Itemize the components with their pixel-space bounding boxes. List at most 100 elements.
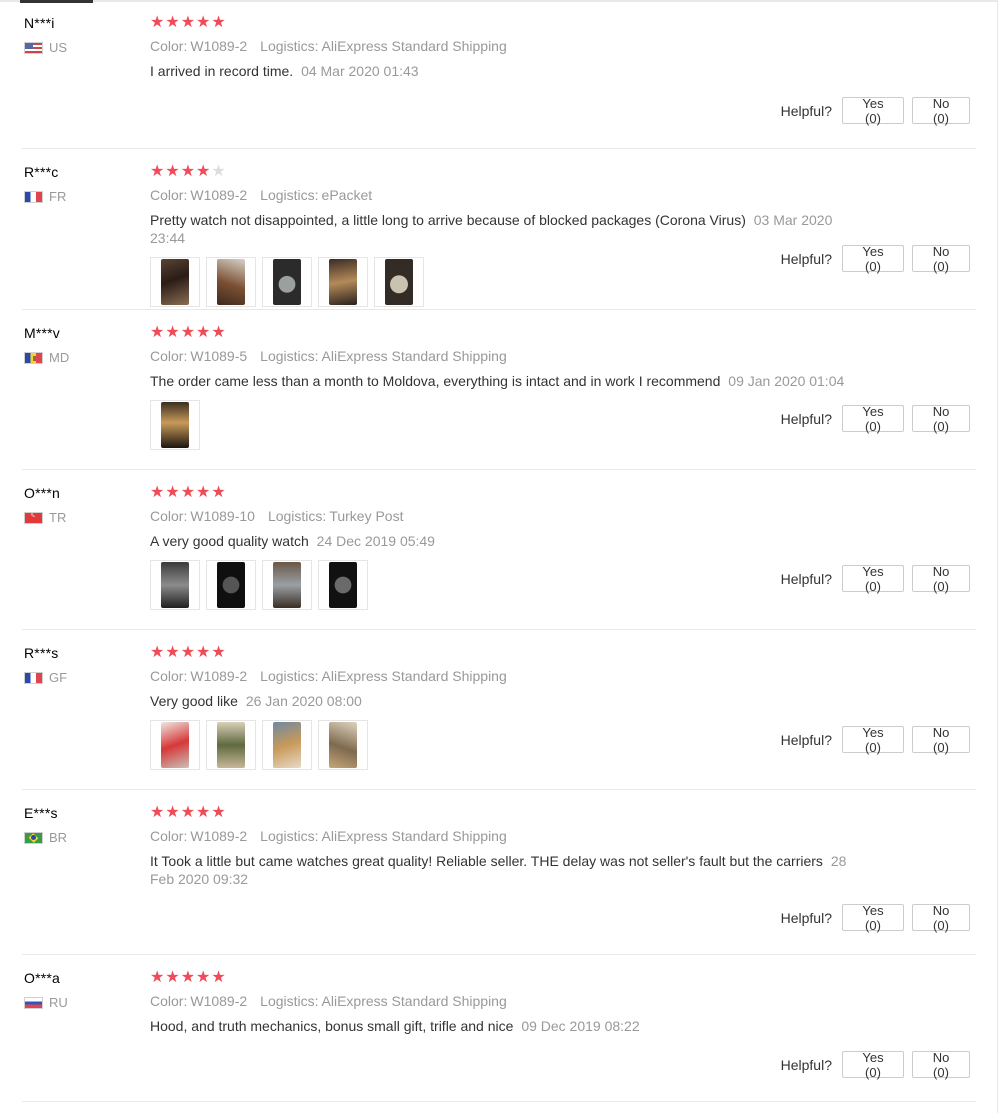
helpful-no-button[interactable]: No (0) bbox=[912, 903, 970, 933]
reviewer-info: R***c FR bbox=[24, 164, 66, 204]
review-photo-thumbnail[interactable]: t4 bbox=[318, 257, 368, 307]
helpful-yes-button[interactable]: Yes (0) bbox=[842, 404, 904, 434]
photo-image: t13 bbox=[273, 722, 301, 768]
logistics-label: Logistics: bbox=[260, 993, 319, 1009]
country-code: US bbox=[49, 40, 68, 55]
reviewer-country: RU bbox=[24, 995, 68, 1010]
review-photos: t11 t12 t13 t14 bbox=[150, 720, 870, 770]
logistics-label: Logistics: bbox=[260, 828, 319, 844]
star-filled-icon: ★ bbox=[180, 969, 197, 986]
reviewer-country: GF bbox=[24, 670, 67, 685]
star-filled-icon: ★ bbox=[150, 14, 166, 31]
logistics-value: AliExpress Standard Shipping bbox=[321, 348, 507, 364]
helpful-label: Helpful? bbox=[780, 731, 832, 748]
color-label: Color: bbox=[150, 348, 188, 364]
rating-stars: ★★★★★ bbox=[150, 805, 870, 821]
helpful-yes-button[interactable]: Yes (0) bbox=[842, 96, 904, 126]
color-value: W1089-5 bbox=[190, 348, 248, 364]
reviewer-info: O***a RU bbox=[24, 970, 68, 1010]
review-photo-thumbnail[interactable]: t9 bbox=[262, 560, 312, 610]
review-date: 09 Dec 2019 08:22 bbox=[521, 1018, 640, 1034]
helpful-yes-button[interactable]: Yes (0) bbox=[842, 725, 904, 755]
review-photo-thumbnail[interactable]: t14 bbox=[318, 720, 368, 770]
reviewer-country: FR bbox=[24, 189, 66, 204]
review-text: Very good like bbox=[150, 693, 238, 709]
country-code: TR bbox=[49, 510, 67, 525]
star-filled-icon: ★ bbox=[211, 969, 227, 986]
star-empty-icon: ★ bbox=[211, 163, 227, 180]
reviewer-info: R***s GF bbox=[24, 645, 67, 685]
review-photo-thumbnail[interactable]: t1 bbox=[150, 257, 200, 307]
logistics-label: Logistics: bbox=[260, 668, 319, 684]
photo-image: t12 bbox=[217, 722, 245, 768]
helpful-yes-button[interactable]: Yes (0) bbox=[842, 1050, 904, 1080]
star-filled-icon: ★ bbox=[165, 163, 181, 180]
country-code: MD bbox=[49, 350, 70, 365]
logistics-value: AliExpress Standard Shipping bbox=[321, 668, 507, 684]
star-filled-icon: ★ bbox=[180, 163, 197, 180]
review-text: It Took a little but came watches great … bbox=[150, 853, 823, 869]
reviewer-country: TR bbox=[24, 510, 66, 525]
review-item: R***s GF ★★★★★ Color: W1089-2 Logistics: Al… bbox=[22, 630, 976, 790]
star-filled-icon: ★ bbox=[150, 484, 166, 501]
review-photo-thumbnail[interactable]: t5 bbox=[374, 257, 424, 307]
review-content: ★★★★★ Color: W1089-10 Logistics: Turkey Pos… bbox=[150, 485, 870, 610]
logistics-label: Logistics: bbox=[260, 348, 319, 364]
photo-image: t8 bbox=[217, 562, 245, 608]
star-filled-icon: ★ bbox=[165, 644, 181, 661]
star-filled-icon: ★ bbox=[211, 324, 227, 341]
star-filled-icon: ★ bbox=[150, 644, 166, 661]
review-photo-thumbnail[interactable]: t10 bbox=[318, 560, 368, 610]
helpful-no-button[interactable]: No (0) bbox=[912, 1050, 970, 1080]
helpful-no-button[interactable]: No (0) bbox=[912, 404, 970, 434]
star-filled-icon: ★ bbox=[196, 163, 212, 180]
logistics-value: AliExpress Standard Shipping bbox=[321, 828, 507, 844]
reviewer-info: M***v MD bbox=[24, 325, 69, 365]
review-photo-thumbnail[interactable]: t6 bbox=[150, 400, 200, 450]
helpful-yes-button[interactable]: Yes (0) bbox=[842, 244, 904, 274]
helpful-no-button[interactable]: No (0) bbox=[912, 96, 970, 126]
review-content: ★★★★★ Color: W1089-2 Logistics: AliExpress … bbox=[150, 15, 870, 80]
photo-image: t11 bbox=[161, 722, 189, 768]
review-text-block: Very good like 26 Jan 2020 08:00 bbox=[150, 692, 870, 710]
photo-image: t3 bbox=[273, 259, 301, 305]
star-filled-icon: ★ bbox=[196, 14, 212, 31]
helpful-no-button[interactable]: No (0) bbox=[912, 725, 970, 755]
color-value: W1089-2 bbox=[190, 993, 248, 1009]
photo-image: t14 bbox=[329, 722, 357, 768]
helpful-label: Helpful? bbox=[780, 410, 832, 427]
review-photo-thumbnail[interactable]: t13 bbox=[262, 720, 312, 770]
star-filled-icon: ★ bbox=[211, 484, 227, 501]
review-photo-thumbnail[interactable]: t11 bbox=[150, 720, 200, 770]
star-filled-icon: ★ bbox=[150, 324, 166, 341]
rating-stars: ★★★★★ bbox=[150, 645, 870, 661]
review-photos: t1 t2 t3 t4 t5 bbox=[150, 257, 870, 307]
review-photo-thumbnail[interactable]: t12 bbox=[206, 720, 256, 770]
review-item: O***a RU ★★★★★ Color: W1089-2 Logistics: Al… bbox=[22, 955, 976, 1102]
logistics-label: Logistics: bbox=[267, 508, 327, 524]
color-label: Color: bbox=[150, 38, 188, 54]
helpful-label: Helpful? bbox=[780, 102, 832, 119]
country-code: FR bbox=[49, 189, 67, 204]
review-photos: t7 t8 t9 t10 bbox=[150, 560, 870, 610]
review-text: I arrived in record time. bbox=[150, 63, 294, 79]
helpful-no-button[interactable]: No (0) bbox=[912, 564, 970, 594]
star-filled-icon: ★ bbox=[211, 644, 227, 661]
photo-image: t1 bbox=[161, 259, 189, 305]
helpful-yes-button[interactable]: Yes (0) bbox=[842, 564, 904, 594]
review-text: Hood, and truth mechanics, bonus small g… bbox=[150, 1018, 514, 1034]
review-photo-thumbnail[interactable]: t3 bbox=[262, 257, 312, 307]
star-filled-icon: ★ bbox=[211, 804, 227, 821]
review-date: 04 Mar 2020 01:43 bbox=[301, 63, 419, 79]
country-code: RU bbox=[49, 995, 68, 1010]
helpful-yes-button[interactable]: Yes (0) bbox=[842, 903, 904, 933]
review-photo-thumbnail[interactable]: t8 bbox=[206, 560, 256, 610]
photo-image: t9 bbox=[273, 562, 301, 608]
reviewer-name: E***s bbox=[24, 805, 58, 821]
helpful-no-button[interactable]: No (0) bbox=[912, 244, 970, 274]
review-text-block: A very good quality watch 24 Dec 2019 05… bbox=[150, 532, 870, 550]
review-photo-thumbnail[interactable]: t7 bbox=[150, 560, 200, 610]
review-photo-thumbnail[interactable]: t2 bbox=[206, 257, 256, 307]
review-date: 09 Jan 2020 01:04 bbox=[728, 373, 845, 389]
color-label: Color: bbox=[150, 993, 188, 1009]
